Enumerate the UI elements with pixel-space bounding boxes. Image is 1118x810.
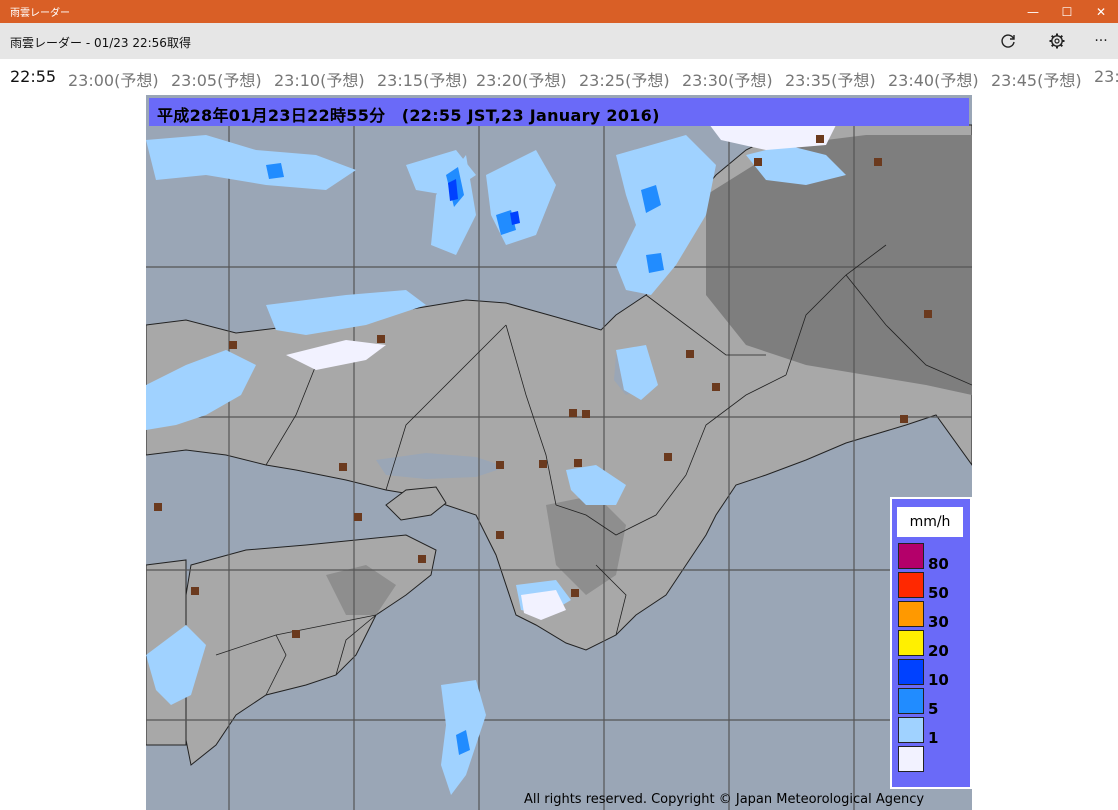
legend-label: 30 — [928, 613, 949, 631]
copyright-text: All rights reserved. Copyright © Japan M… — [524, 792, 925, 807]
legend-label: 20 — [928, 642, 949, 660]
legend-swatch — [898, 601, 924, 627]
time-tab[interactable]: 23:25(予想) — [579, 67, 670, 91]
time-selector: 22:55 23:00(予想) 23:05(予想) 23:10(予想) 23:1… — [0, 59, 1118, 94]
maximize-button[interactable]: ☐ — [1050, 0, 1084, 23]
command-bar: 雨雲レーダー - 01/23 22:56取得 ··· — [0, 23, 1118, 59]
settings-button[interactable] — [1040, 26, 1074, 56]
legend-swatch — [898, 543, 924, 569]
more-button[interactable]: ··· — [1084, 26, 1118, 56]
legend-swatch — [898, 717, 924, 743]
window-title: 雨雲レーダー — [10, 8, 70, 19]
refresh-button[interactable] — [991, 26, 1025, 56]
legend-swatch — [898, 688, 924, 714]
time-tab[interactable]: 23:10(予想) — [274, 67, 365, 91]
legend-label: 10 — [928, 671, 949, 689]
time-tab[interactable]: 23:40(予想) — [888, 67, 979, 91]
legend-label: 1 — [928, 729, 939, 747]
time-tab[interactable]: 22:55 — [10, 67, 56, 86]
legend-swatch — [898, 659, 924, 685]
time-tab[interactable]: 23:20(予想) — [476, 67, 567, 91]
time-tab[interactable]: 23:35(予想) — [785, 67, 876, 91]
app-title: 雨雲レーダー - 01/23 22:56取得 — [10, 36, 191, 50]
radar-map: 平成28年01月23日22時55分 (22:55 JST,23 January … — [146, 95, 972, 810]
close-button[interactable]: ✕ — [1084, 0, 1118, 23]
time-tab[interactable]: 23:30(予想) — [682, 67, 773, 91]
time-tab[interactable]: 23:00(予想) — [68, 67, 159, 91]
radar-header: 平成28年01月23日22時55分 (22:55 JST,23 January … — [149, 98, 969, 126]
refresh-icon — [1001, 34, 1015, 48]
precipitation-legend: mm/h 80 50 30 20 10 5 1 — [890, 497, 972, 789]
time-tab[interactable]: 23:05(予想) — [171, 67, 262, 91]
legend-swatch — [898, 746, 924, 772]
gear-icon — [1049, 33, 1065, 49]
time-tab[interactable]: 23:15(予想) — [377, 67, 468, 91]
time-tab[interactable]: 23:45(予想) — [991, 67, 1082, 91]
legend-swatch — [898, 630, 924, 656]
minimize-button[interactable]: — — [1016, 0, 1050, 23]
radar-map-image — [146, 95, 972, 810]
legend-swatch — [898, 572, 924, 598]
time-tab[interactable]: 23:5 — [1094, 67, 1118, 86]
window-titlebar: 雨雲レーダー — ☐ ✕ — [0, 0, 1118, 23]
legend-unit: mm/h — [897, 507, 963, 537]
legend-label: 80 — [928, 555, 949, 573]
legend-label: 50 — [928, 584, 949, 602]
legend-label: 5 — [928, 700, 939, 718]
radar-timestamp: 平成28年01月23日22時55分 (22:55 JST,23 January … — [157, 106, 660, 125]
